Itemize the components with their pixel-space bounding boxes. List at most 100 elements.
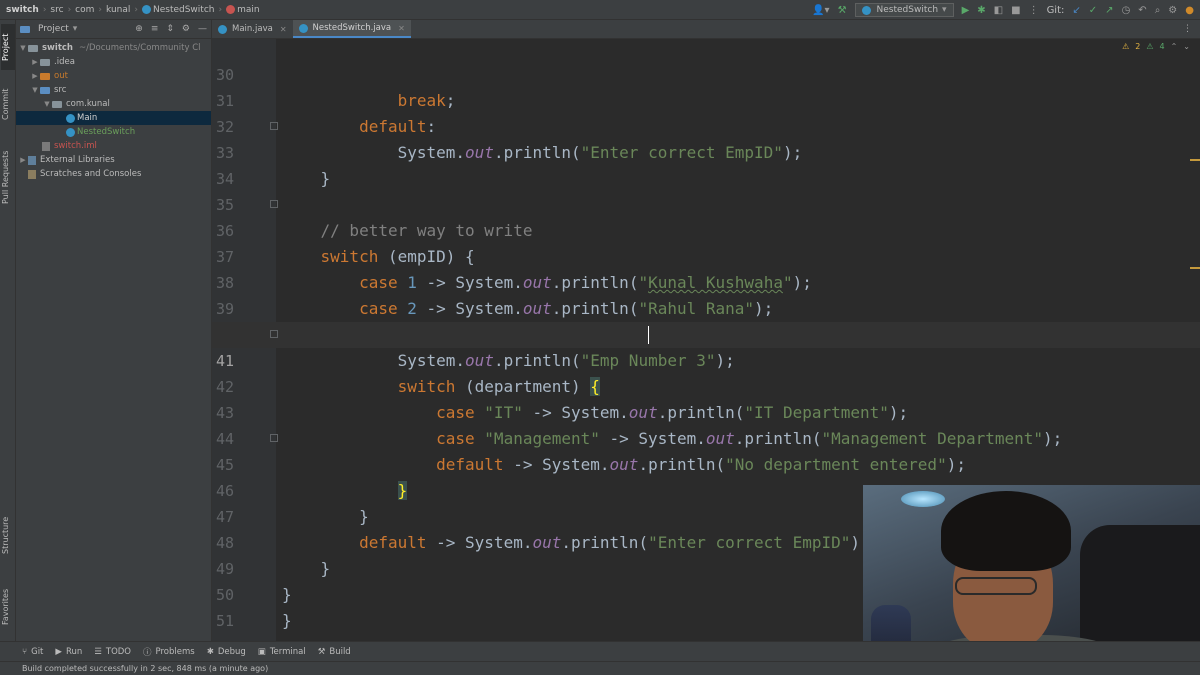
close-icon[interactable]: ✕: [280, 25, 287, 34]
inspection-widget[interactable]: ⚠ 2 ⚠ 4 ⌃ ⌄: [1122, 42, 1190, 51]
update-icon[interactable]: ●: [1185, 5, 1194, 16]
debug-icon[interactable]: ✱: [977, 5, 985, 16]
project-view-selector[interactable]: Project: [38, 24, 69, 34]
tool-tab-pull-requests[interactable]: Pull Requests: [1, 140, 15, 214]
chevron-down-icon[interactable]: ▼: [42, 100, 52, 108]
tree-item-label: com.kunal: [66, 99, 110, 109]
tool-run-label: Run: [65, 646, 83, 657]
tree-item-label: out: [54, 71, 68, 81]
fold-marker-icon[interactable]: [270, 122, 278, 130]
code-line[interactable]: 45 }: [212, 426, 1200, 500]
git-commit-icon[interactable]: ✓: [1089, 5, 1097, 16]
breadcrumb-class[interactable]: NestedSwitch: [141, 4, 214, 15]
collapse-all-icon[interactable]: ≡: [151, 24, 159, 34]
git-history-icon[interactable]: ◷: [1122, 5, 1131, 16]
breadcrumb-method[interactable]: main: [226, 4, 260, 15]
chevron-up-icon[interactable]: ⌃: [1171, 42, 1178, 51]
git-push-icon[interactable]: ↗: [1105, 5, 1113, 16]
code-line[interactable]: 37 case 1 -> System.out.println("Kunal K…: [212, 218, 1200, 292]
breadcrumb-separator: ›: [67, 4, 72, 15]
tree-item-nestedswitch[interactable]: NestedSwitch: [16, 125, 211, 139]
tool-tab-project[interactable]: Project: [1, 24, 15, 70]
tree-item-out[interactable]: ▶ out: [16, 69, 211, 83]
tool-terminal[interactable]: ▣ Terminal: [258, 647, 306, 657]
coverage-icon[interactable]: ◧: [994, 5, 1003, 16]
tool-problems[interactable]: ⓘ Problems: [143, 646, 195, 658]
git-update-icon[interactable]: ↙: [1072, 5, 1080, 16]
status-bar[interactable]: Build completed successfully in 2 sec, 8…: [0, 661, 1200, 675]
hide-icon[interactable]: —: [198, 24, 207, 34]
tool-todo[interactable]: ☰ TODO: [94, 647, 131, 657]
run-configuration-select[interactable]: NestedSwitch ▾: [854, 3, 954, 17]
tool-build[interactable]: ⚒ Build: [318, 647, 351, 657]
code-line[interactable]: 46 }: [212, 452, 1200, 526]
git-rollback-icon[interactable]: ↶: [1138, 5, 1146, 16]
breadcrumb-separator: ›: [98, 4, 103, 15]
code-line[interactable]: 33 }: [212, 114, 1200, 188]
code-line[interactable]: 31 default:: [212, 62, 1200, 136]
breadcrumb-com[interactable]: com: [75, 5, 94, 15]
code-line[interactable]: 40 System.out.println("Emp Number 3");: [212, 296, 1200, 370]
fold-marker-icon[interactable]: [270, 200, 278, 208]
code-line[interactable]: 42 case "IT" -> System.out.println("IT D…: [212, 348, 1200, 422]
todo-icon: ☰: [94, 646, 102, 657]
code-line[interactable]: 36 switch (empID) {: [212, 192, 1200, 266]
tab-label: Main.java: [232, 24, 273, 34]
settings-icon[interactable]: ⚙: [1168, 5, 1177, 16]
run-icon[interactable]: ▶: [962, 5, 970, 16]
stop-icon[interactable]: ■: [1011, 5, 1020, 16]
code-line[interactable]: 39 case 3 -> {: [212, 270, 1200, 344]
tree-item-main[interactable]: Main: [16, 111, 211, 125]
code-line[interactable]: 32 System.out.println("Enter correct Emp…: [212, 88, 1200, 162]
breadcrumb-project[interactable]: switch: [6, 5, 39, 15]
tree-item-src[interactable]: ▼ src: [16, 83, 211, 97]
tool-tab-commit[interactable]: Commit: [1, 84, 15, 124]
fold-marker-icon[interactable]: [270, 330, 278, 338]
tool-terminal-label: Terminal: [269, 646, 306, 657]
tree-item-switch[interactable]: ▼ switch ~/Documents/Community Cl: [16, 41, 211, 55]
locate-icon[interactable]: ⊕: [135, 24, 143, 34]
user-icon[interactable]: 👤▾: [812, 5, 829, 16]
chevron-right-icon[interactable]: ▶: [18, 156, 28, 164]
project-panel: Project ▾ ⊕ ≡ ⇕ ⚙ — ▼ switch ~/Documents…: [16, 20, 212, 641]
tree-item-idea[interactable]: ▶ .idea: [16, 55, 211, 69]
tree-item-switch-iml[interactable]: switch.iml: [16, 139, 211, 153]
code-line[interactable]: 43 case "Management" -> System.out.print…: [212, 374, 1200, 448]
run-icon: ▶: [55, 646, 62, 657]
search-icon[interactable]: ⌕: [1155, 5, 1161, 16]
code-line[interactable]: 35 // better way to write: [212, 166, 1200, 240]
chevron-right-icon[interactable]: ▶: [30, 72, 40, 80]
fold-marker-icon[interactable]: [270, 434, 278, 442]
tool-debug[interactable]: ✱ Debug: [207, 647, 246, 657]
tree-item-label: Scratches and Consoles: [40, 169, 142, 179]
chevron-down-icon[interactable]: ▼: [18, 44, 28, 52]
code-line[interactable]: 30 break;: [212, 39, 1200, 110]
tree-item-com-kunal[interactable]: ▼ com.kunal: [16, 97, 211, 111]
chevron-down-icon[interactable]: ▼: [30, 86, 40, 94]
expand-all-icon[interactable]: ⇕: [166, 24, 174, 34]
warning-stripe-mark[interactable]: [1190, 267, 1200, 269]
tool-tab-favorites[interactable]: Favorites: [1, 582, 15, 632]
tool-git[interactable]: ⑂ Git: [22, 647, 43, 657]
breadcrumb-src[interactable]: src: [50, 5, 63, 15]
build-hammer-icon[interactable]: ⚒: [838, 5, 847, 16]
more-tabs-icon[interactable]: ⋮: [1183, 20, 1200, 38]
chevron-down-icon[interactable]: ⌄: [1183, 42, 1190, 51]
chevron-right-icon[interactable]: ▶: [30, 58, 40, 66]
tab-main-java[interactable]: Main.java ✕: [212, 20, 293, 38]
code-line[interactable]: 34: [212, 140, 1200, 188]
code-line-current[interactable]: 41 switch (department) {: [212, 322, 1200, 396]
close-icon[interactable]: ✕: [398, 24, 405, 33]
breadcrumb-separator: ›: [134, 4, 138, 15]
tree-item-external-libraries[interactable]: ▶ External Libraries: [16, 153, 211, 167]
more-icon[interactable]: ⋮: [1029, 5, 1039, 16]
breadcrumb-kunal[interactable]: kunal: [106, 5, 130, 15]
tree-item-scratches[interactable]: Scratches and Consoles: [16, 167, 211, 181]
tool-run[interactable]: ▶ Run: [55, 647, 82, 657]
gear-icon[interactable]: ⚙: [182, 24, 190, 34]
tab-nestedswitch-java[interactable]: NestedSwitch.java ✕: [292, 20, 411, 38]
code-line[interactable]: 44 default -> System.out.println("No dep…: [212, 400, 1200, 474]
tool-tab-structure[interactable]: Structure: [1, 510, 15, 560]
code-line[interactable]: 38 case 2 -> System.out.println("Rahul R…: [212, 244, 1200, 318]
warning-stripe-mark[interactable]: [1190, 159, 1200, 161]
